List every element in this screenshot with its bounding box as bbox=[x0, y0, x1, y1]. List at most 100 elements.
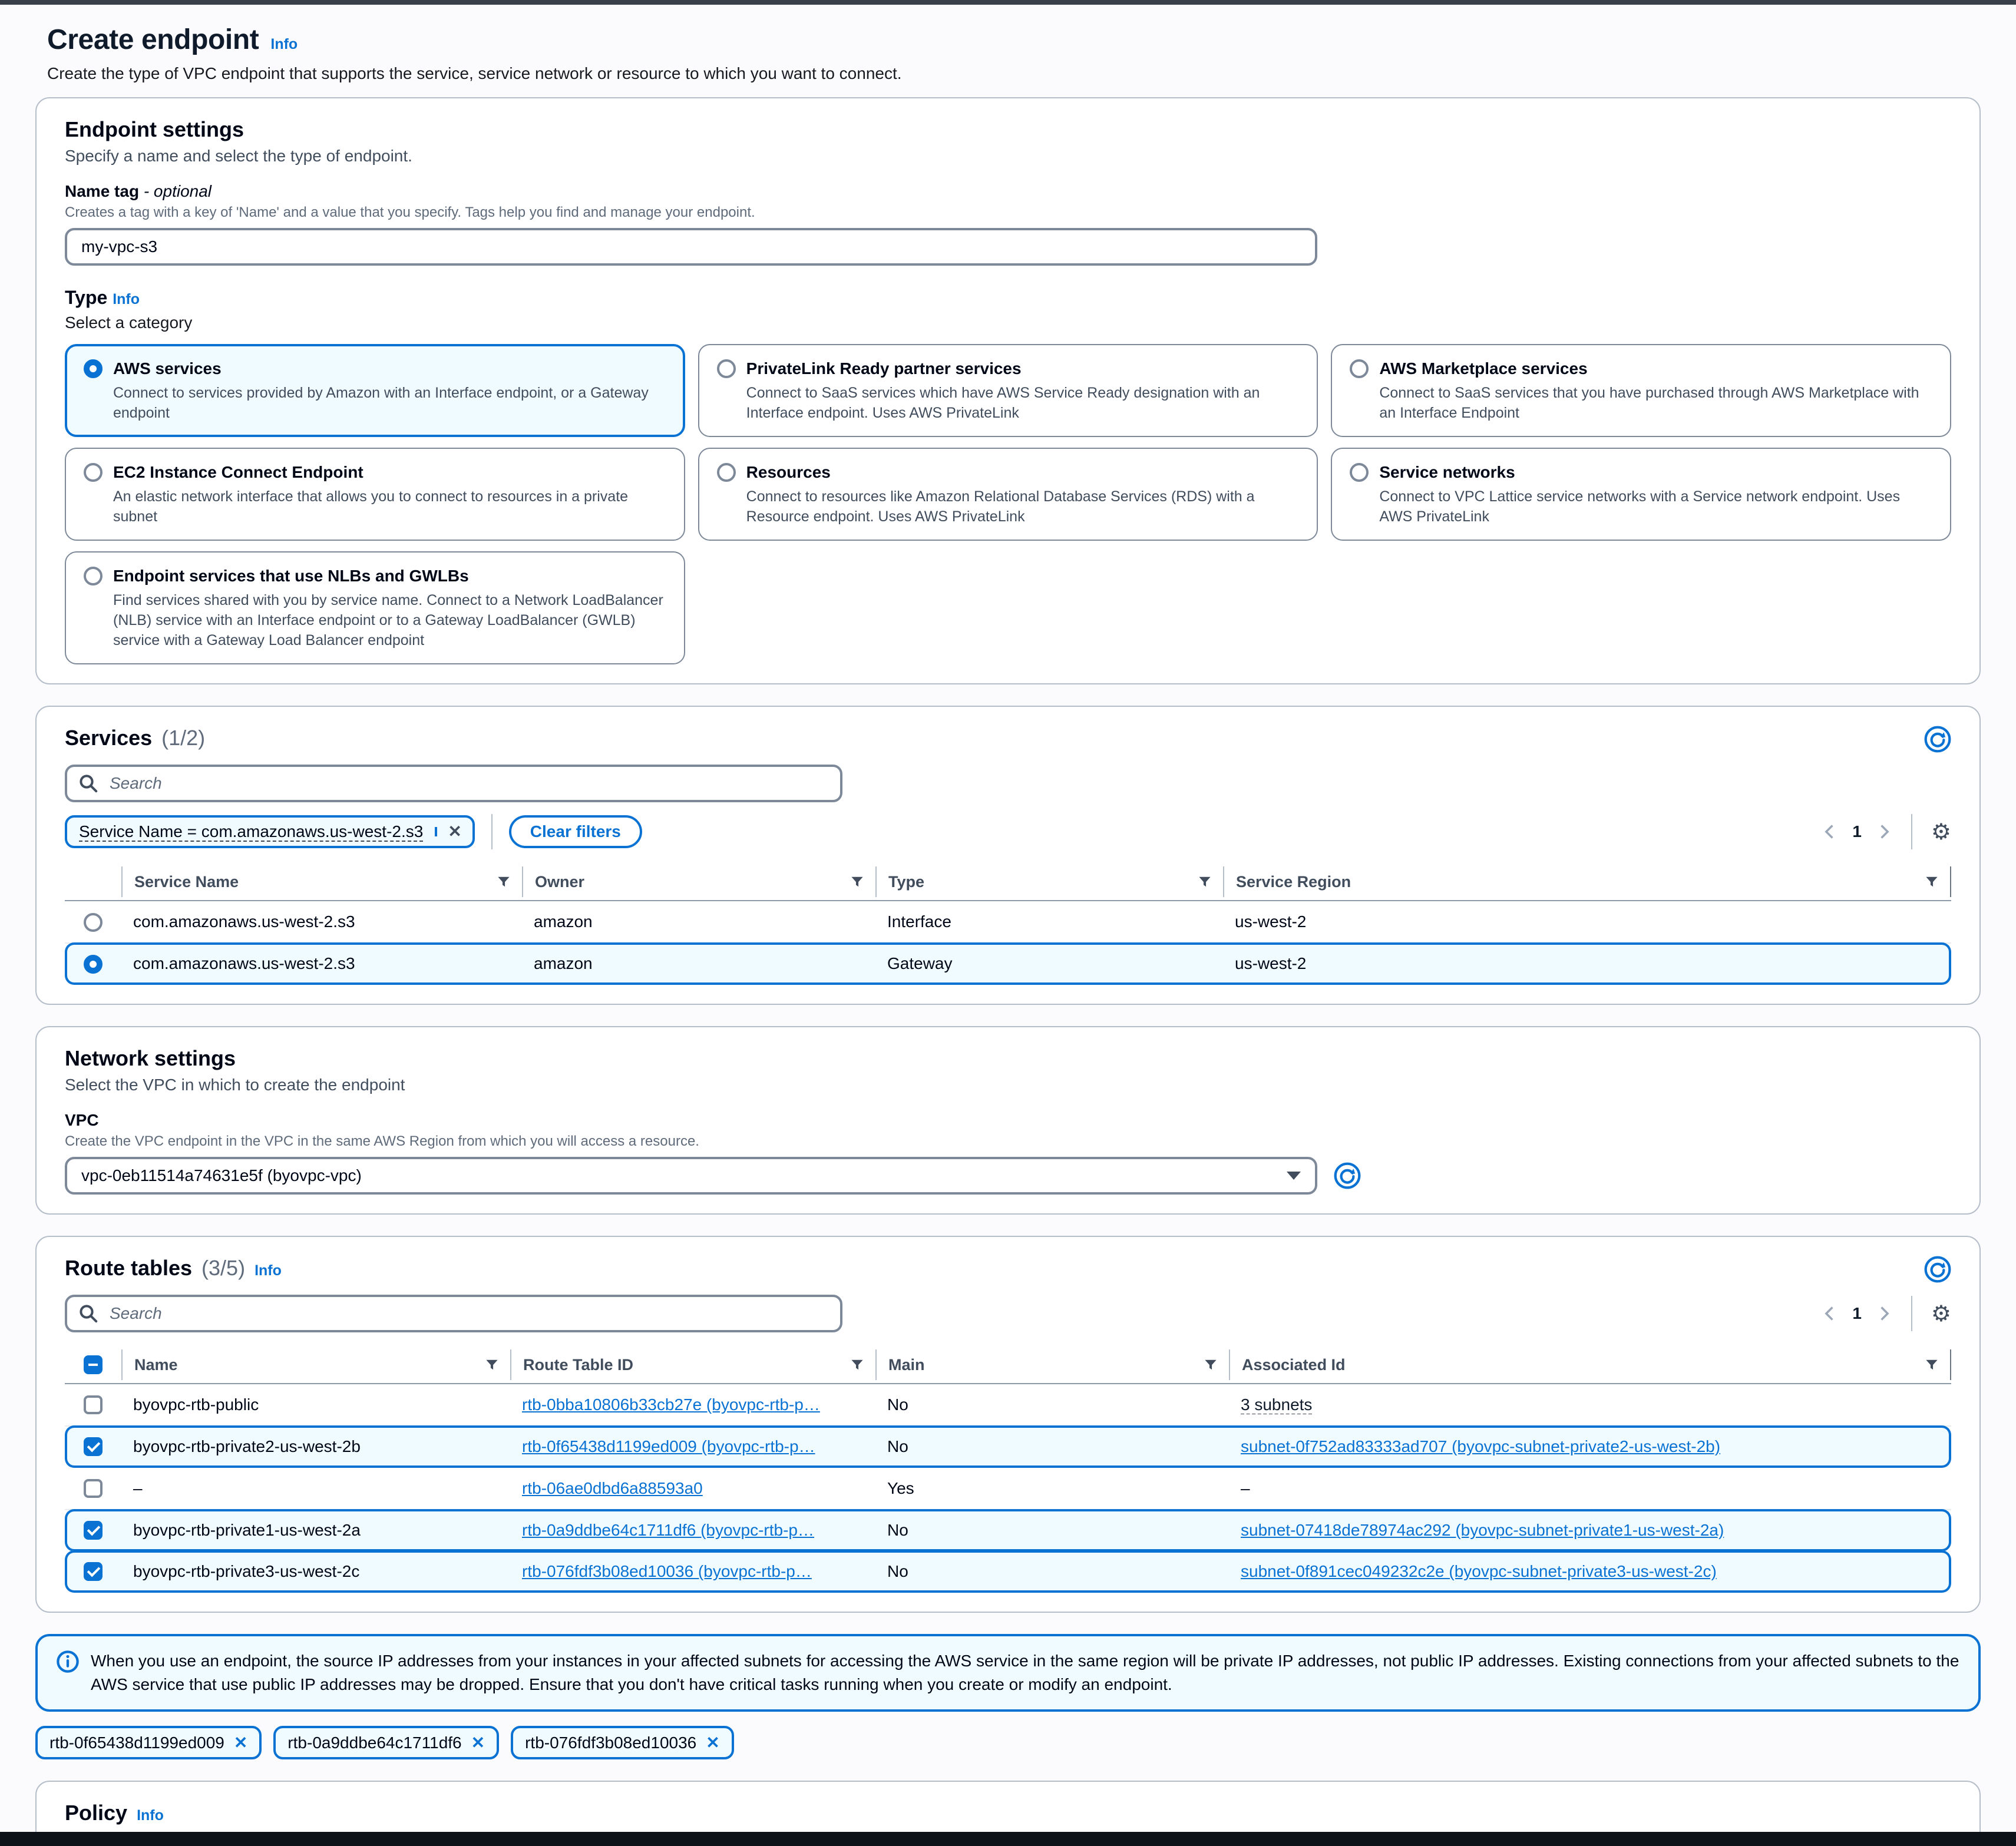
route-table-token: rtb-076fdf3b08ed10036 ✕ bbox=[511, 1726, 734, 1759]
vpc-refresh-button[interactable] bbox=[1334, 1162, 1361, 1189]
column-associated-id[interactable]: Associated Id bbox=[1229, 1349, 1951, 1380]
type-option-description: Connect to services provided by Amazon w… bbox=[113, 383, 666, 423]
route-table-row-selected[interactable]: byovpc-rtb-private3-us-west-2c rtb-076fd… bbox=[65, 1550, 1951, 1593]
vpc-select[interactable]: vpc-0eb11514a74631e5f (byovpc-vpc) bbox=[65, 1157, 1317, 1195]
filter-funnel-icon[interactable] bbox=[1204, 1358, 1217, 1371]
clear-filters-button[interactable]: Clear filters bbox=[509, 815, 642, 848]
filter-funnel-icon[interactable] bbox=[851, 1358, 864, 1371]
next-page-icon[interactable] bbox=[1876, 823, 1892, 840]
type-option-nlb-gwlb[interactable]: Endpoint services that use NLBs and GWLB… bbox=[65, 551, 685, 664]
route-tables-refresh-button[interactable] bbox=[1924, 1256, 1951, 1283]
row-checkbox-checked[interactable] bbox=[84, 1521, 103, 1540]
route-table-id-link[interactable]: rtb-076fdf3b08ed10036 (byovpc-rtb-p… bbox=[522, 1562, 812, 1580]
route-table-id-link[interactable]: rtb-0bba10806b33cb27e (byovpc-rtb-p… bbox=[522, 1395, 820, 1414]
route-table-row[interactable]: byovpc-rtb-public rtb-0bba10806b33cb27e … bbox=[65, 1384, 1951, 1427]
services-table: Service Name Owner Type Service Region bbox=[65, 864, 1951, 985]
name-tag-optional: - optional bbox=[144, 182, 211, 200]
radio-icon bbox=[1350, 359, 1369, 378]
type-option-description: Connect to VPC Lattice service networks … bbox=[1379, 487, 1932, 527]
page-info-link[interactable]: Info bbox=[270, 36, 298, 53]
page-header: Create endpoint Info Create the type of … bbox=[0, 5, 2016, 97]
type-option-service-networks[interactable]: Service networks Connect to VPC Lattice … bbox=[1331, 448, 1951, 541]
name-tag-input[interactable] bbox=[65, 228, 1317, 266]
filter-token-dismiss-button[interactable]: ✕ bbox=[435, 827, 472, 836]
token-dismiss-icon[interactable]: ✕ bbox=[471, 1733, 485, 1752]
select-all-checkbox[interactable] bbox=[84, 1355, 103, 1374]
main-cell: No bbox=[875, 1562, 1229, 1581]
name-tag-label: Name tag - optional bbox=[65, 182, 1951, 201]
row-checkbox[interactable] bbox=[84, 1395, 103, 1414]
endpoint-settings-card: Endpoint settings Specify a name and sel… bbox=[35, 97, 1981, 684]
route-table-id-link[interactable]: rtb-0f65438d1199ed009 (byovpc-rtb-p… bbox=[522, 1437, 815, 1455]
table-preferences-gear-icon[interactable]: ⚙ bbox=[1931, 821, 1951, 843]
filter-funnel-icon[interactable] bbox=[1925, 1358, 1938, 1371]
type-option-marketplace[interactable]: AWS Marketplace services Connect to SaaS… bbox=[1331, 344, 1951, 437]
row-radio-checked[interactable] bbox=[84, 955, 103, 974]
route-tables-search-input[interactable] bbox=[107, 1303, 828, 1324]
type-option-label: Service networks bbox=[1379, 462, 1932, 483]
taskbar-edge-strip bbox=[0, 1832, 2016, 1846]
row-checkbox[interactable] bbox=[84, 1479, 103, 1498]
subnet-link[interactable]: subnet-0f752ad83333ad707 (byovpc-subnet-… bbox=[1241, 1437, 1720, 1455]
vpc-help: Create the VPC endpoint in the VPC in th… bbox=[65, 1133, 1951, 1150]
filter-funnel-icon[interactable] bbox=[1925, 875, 1938, 888]
network-settings-title: Network settings bbox=[65, 1046, 1951, 1071]
filter-funnel-icon[interactable] bbox=[485, 1358, 498, 1371]
type-option-description: Connect to SaaS services that you have p… bbox=[1379, 383, 1932, 423]
services-refresh-button[interactable] bbox=[1924, 726, 1951, 753]
subnets-popover-link[interactable]: 3 subnets bbox=[1241, 1395, 1312, 1414]
filter-funnel-icon[interactable] bbox=[851, 875, 864, 888]
subnet-link[interactable]: subnet-07418de78974ac292 (byovpc-subnet-… bbox=[1241, 1521, 1724, 1539]
type-option-ec2-instance-connect[interactable]: EC2 Instance Connect Endpoint An elastic… bbox=[65, 448, 685, 541]
type-option-aws-services[interactable]: AWS services Connect to services provide… bbox=[65, 344, 685, 437]
route-table-id-link[interactable]: rtb-0a9ddbe64c1711df6 (byovpc-rtb-p… bbox=[522, 1521, 814, 1539]
owner-cell: amazon bbox=[522, 912, 875, 931]
page-number[interactable]: 1 bbox=[1852, 822, 1862, 841]
column-owner[interactable]: Owner bbox=[522, 866, 875, 897]
service-row-gateway[interactable]: com.amazonaws.us-west-2.s3 amazon Gatewa… bbox=[65, 942, 1951, 985]
route-table-row-selected[interactable]: byovpc-rtb-private1-us-west-2a rtb-0a9dd… bbox=[65, 1509, 1951, 1551]
route-tables-info-link[interactable]: Info bbox=[255, 1262, 282, 1279]
column-type[interactable]: Type bbox=[875, 866, 1223, 897]
table-preferences-gear-icon[interactable]: ⚙ bbox=[1931, 1302, 1951, 1325]
type-option-resources[interactable]: Resources Connect to resources like Amaz… bbox=[698, 448, 1318, 541]
services-pagination: 1 ⚙ bbox=[1822, 814, 1951, 849]
filter-funnel-icon[interactable] bbox=[497, 875, 510, 888]
route-table-row[interactable]: – rtb-06ae0dbd6a88593a0 Yes – bbox=[65, 1468, 1951, 1510]
type-option-label: AWS Marketplace services bbox=[1379, 358, 1932, 379]
services-card: Services (1/2) Service Name = com.amazon… bbox=[35, 706, 1981, 1005]
search-icon bbox=[79, 774, 98, 793]
previous-page-icon[interactable] bbox=[1822, 823, 1838, 840]
route-table-id-link[interactable]: rtb-06ae0dbd6a88593a0 bbox=[522, 1479, 703, 1497]
column-service-name[interactable]: Service Name bbox=[121, 866, 522, 897]
route-table-row-selected[interactable]: byovpc-rtb-private2-us-west-2b rtb-0f654… bbox=[65, 1425, 1951, 1468]
type-sublabel: Select a category bbox=[65, 313, 1951, 332]
endpoint-settings-description: Specify a name and select the type of en… bbox=[65, 147, 1951, 166]
policy-title: Policy bbox=[65, 1801, 127, 1825]
service-row-interface[interactable]: com.amazonaws.us-west-2.s3 amazon Interf… bbox=[65, 901, 1951, 944]
column-main[interactable]: Main bbox=[875, 1349, 1229, 1380]
page-title: Create endpoint bbox=[47, 24, 259, 56]
column-name[interactable]: Name bbox=[121, 1349, 510, 1380]
type-info-link[interactable]: Info bbox=[113, 291, 140, 307]
filter-funnel-icon[interactable] bbox=[1198, 875, 1211, 888]
services-search-input[interactable] bbox=[107, 773, 828, 794]
row-checkbox-checked[interactable] bbox=[84, 1562, 103, 1581]
route-tables-pagination: 1 ⚙ bbox=[1822, 1296, 1951, 1331]
token-dismiss-icon[interactable]: ✕ bbox=[234, 1733, 247, 1752]
policy-info-link[interactable]: Info bbox=[137, 1807, 164, 1824]
row-radio[interactable] bbox=[84, 913, 103, 932]
type-option-label: PrivateLink Ready partner services bbox=[746, 358, 1300, 379]
token-dismiss-icon[interactable]: ✕ bbox=[706, 1733, 719, 1752]
page-number[interactable]: 1 bbox=[1852, 1304, 1862, 1323]
subnet-link[interactable]: subnet-0f891cec049232c2e (byovpc-subnet-… bbox=[1241, 1562, 1717, 1580]
column-route-table-id[interactable]: Route Table ID bbox=[510, 1349, 875, 1380]
divider bbox=[1911, 1296, 1912, 1331]
type-option-privatelink-partner[interactable]: PrivateLink Ready partner services Conne… bbox=[698, 344, 1318, 437]
column-service-region[interactable]: Service Region bbox=[1223, 866, 1951, 897]
previous-page-icon[interactable] bbox=[1822, 1305, 1838, 1322]
next-page-icon[interactable] bbox=[1876, 1305, 1892, 1322]
route-tables-search[interactable] bbox=[65, 1295, 842, 1332]
services-search[interactable] bbox=[65, 765, 842, 802]
row-checkbox-checked[interactable] bbox=[84, 1437, 103, 1456]
